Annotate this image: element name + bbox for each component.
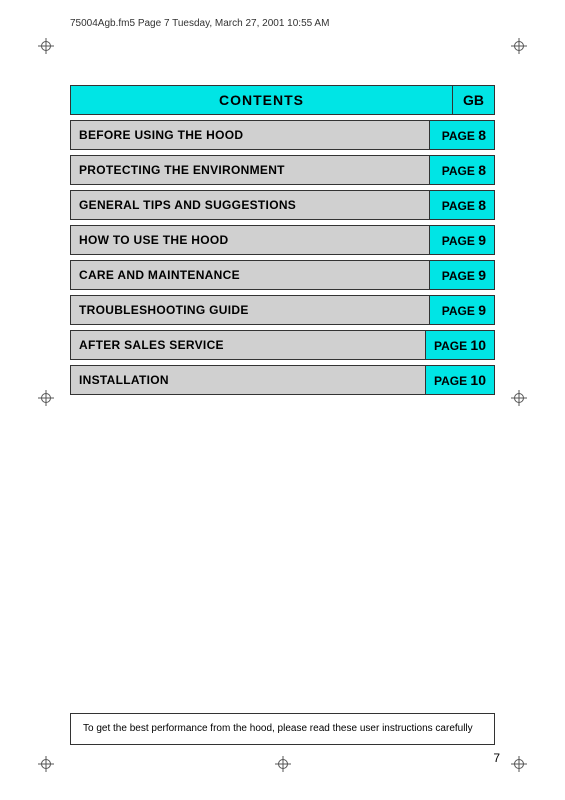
toc-item-label: CARE AND MAINTENANCE <box>71 262 429 288</box>
toc-item-page: PAGE 10 <box>425 331 494 359</box>
toc-item-label: BEFORE USING THE HOOD <box>71 122 429 148</box>
main-content: CONTENTS GB BEFORE USING THE HOODPAGE 8P… <box>70 85 495 395</box>
toc-item-label: TROUBLESHOOTING GUIDE <box>71 297 429 323</box>
toc-item: GENERAL TIPS AND SUGGESTIONSPAGE 8 <box>70 190 495 220</box>
toc-item-page: PAGE 9 <box>429 296 494 324</box>
toc-item: TROUBLESHOOTING GUIDEPAGE 9 <box>70 295 495 325</box>
contents-header-row: CONTENTS GB <box>70 85 495 115</box>
toc-item: INSTALLATIONPAGE 10 <box>70 365 495 395</box>
crosshair-top-right <box>511 38 527 54</box>
header-text: 75004Agb.fm5 Page 7 Tuesday, March 27, 2… <box>70 18 329 29</box>
toc-item: PROTECTING THE ENVIRONMENTPAGE 8 <box>70 155 495 185</box>
crosshair-mid-right <box>511 390 527 406</box>
toc-item-label: HOW TO USE THE HOOD <box>71 227 429 253</box>
crosshair-bottom-left <box>38 756 54 772</box>
page-container: 75004Agb.fm5 Page 7 Tuesday, March 27, 2… <box>0 0 565 800</box>
toc-item-label: INSTALLATION <box>71 367 425 393</box>
toc-item-page: PAGE 9 <box>429 226 494 254</box>
toc-item-label: PROTECTING THE ENVIRONMENT <box>71 157 429 183</box>
crosshair-bottom-center <box>275 756 291 772</box>
page-number: 7 <box>493 751 500 765</box>
toc-item-label: GENERAL TIPS AND SUGGESTIONS <box>71 192 429 218</box>
toc-item: HOW TO USE THE HOODPAGE 9 <box>70 225 495 255</box>
contents-gb-label: GB <box>453 85 495 115</box>
toc-item-page: PAGE 9 <box>429 261 494 289</box>
toc-item: AFTER SALES SERVICEPAGE 10 <box>70 330 495 360</box>
toc-item-page: PAGE 8 <box>429 121 494 149</box>
contents-title: CONTENTS <box>70 85 453 115</box>
toc-item-page: PAGE 8 <box>429 191 494 219</box>
toc-item: CARE AND MAINTENANCEPAGE 9 <box>70 260 495 290</box>
crosshair-mid-left <box>38 390 54 406</box>
toc-list: BEFORE USING THE HOODPAGE 8PROTECTING TH… <box>70 120 495 395</box>
toc-item-label: AFTER SALES SERVICE <box>71 332 425 358</box>
crosshair-top-left <box>38 38 54 54</box>
toc-item: BEFORE USING THE HOODPAGE 8 <box>70 120 495 150</box>
crosshair-bottom-right <box>511 756 527 772</box>
toc-item-page: PAGE 8 <box>429 156 494 184</box>
bottom-note: To get the best performance from the hoo… <box>70 713 495 745</box>
toc-item-page: PAGE 10 <box>425 366 494 394</box>
